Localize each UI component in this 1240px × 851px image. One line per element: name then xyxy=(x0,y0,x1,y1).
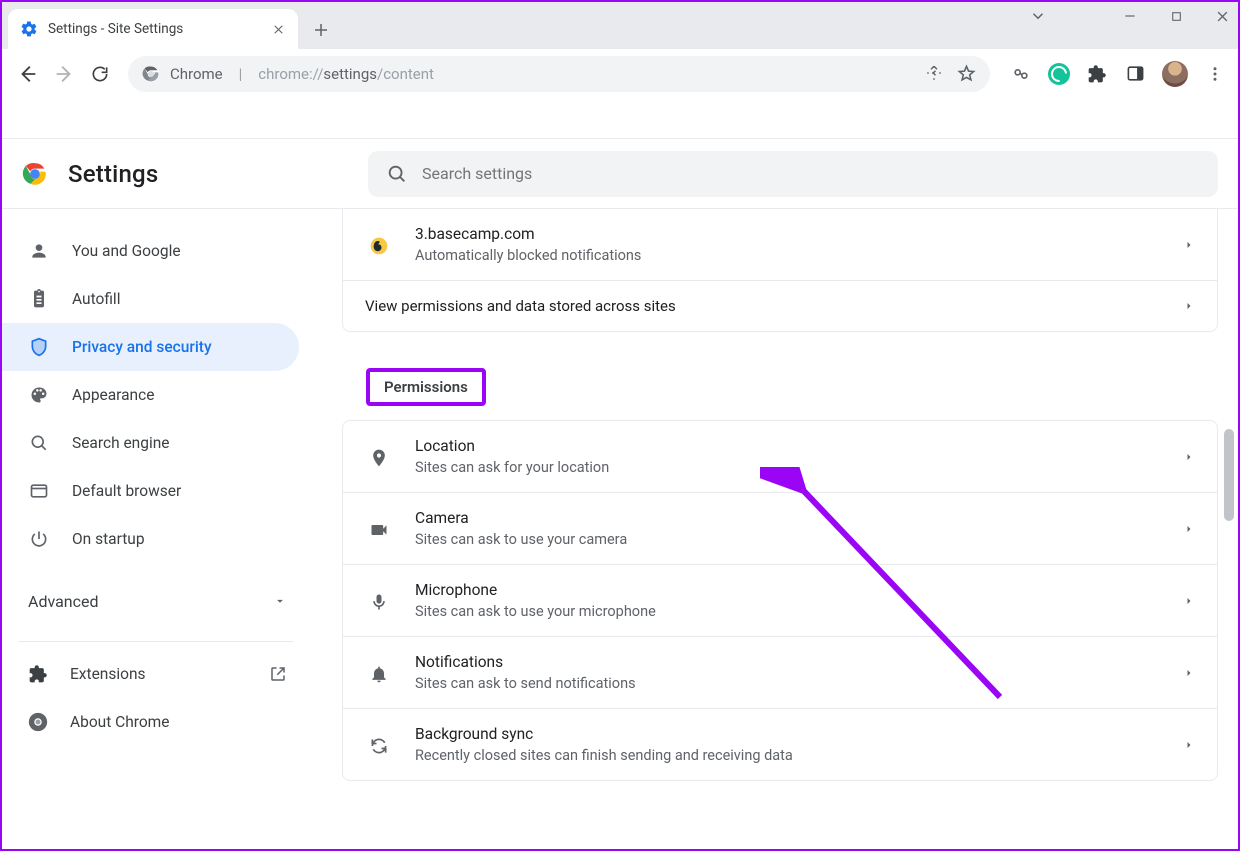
toolbar-actions xyxy=(1010,61,1226,87)
permissions-panel: LocationSites can ask for your location … xyxy=(342,420,1218,781)
chevron-right-icon xyxy=(1183,300,1195,312)
power-icon xyxy=(28,528,50,550)
open-external-icon xyxy=(269,665,287,683)
browser-toolbar: Chrome | chrome://settings/content xyxy=(2,49,1238,99)
window-controls xyxy=(1074,6,1232,26)
extensions-icon xyxy=(28,664,48,684)
close-icon[interactable] xyxy=(270,21,286,37)
permission-row-notifications[interactable]: NotificationsSites can ask to send notif… xyxy=(343,636,1217,708)
permissions-heading: Permissions xyxy=(366,368,486,406)
sidebar-item-autofill[interactable]: Autofill xyxy=(2,275,299,323)
search-settings-input[interactable] xyxy=(422,164,1200,183)
scrollbar-thumb[interactable] xyxy=(1224,429,1234,521)
back-button[interactable] xyxy=(10,56,46,92)
clipboard-icon xyxy=(28,288,50,310)
chrome-logo-icon xyxy=(142,65,160,83)
sidebar-item-default-browser[interactable]: Default browser xyxy=(2,467,299,515)
profile-avatar[interactable] xyxy=(1162,61,1188,87)
tab-title: Settings - Site Settings xyxy=(48,21,270,37)
sidebar-item-label: Appearance xyxy=(72,386,154,404)
star-icon[interactable] xyxy=(957,64,976,83)
grammarly-icon[interactable] xyxy=(1048,63,1070,85)
url-text: chrome://settings/content xyxy=(258,65,434,83)
settings-header: Settings xyxy=(2,139,1238,209)
shield-icon xyxy=(28,336,50,358)
kebab-menu-icon[interactable] xyxy=(1204,63,1226,85)
page-title: Settings xyxy=(68,160,158,188)
chevron-down-icon[interactable] xyxy=(1028,6,1048,26)
location-icon xyxy=(365,445,393,468)
gear-icon xyxy=(20,20,38,38)
extensions-icon[interactable] xyxy=(1086,63,1108,85)
recent-site-detail: Automatically blocked notifications xyxy=(415,247,641,264)
sidebar-item-label: Autofill xyxy=(72,290,120,308)
new-tab-button[interactable] xyxy=(304,13,338,47)
chevron-right-icon xyxy=(1183,595,1195,607)
sidebar-item-about-chrome[interactable]: About Chrome xyxy=(2,698,309,746)
share-icon[interactable] xyxy=(925,64,943,83)
close-window-button[interactable] xyxy=(1212,6,1232,26)
sidebar-item-privacy[interactable]: Privacy and security xyxy=(2,323,299,371)
minimize-button[interactable] xyxy=(1120,6,1140,26)
side-panel-icon[interactable] xyxy=(1124,63,1146,85)
permission-row-background-sync[interactable]: Background syncRecently closed sites can… xyxy=(343,708,1217,780)
permission-row-microphone[interactable]: MicrophoneSites can ask to use your micr… xyxy=(343,564,1217,636)
reload-button[interactable] xyxy=(82,56,118,92)
permission-row-location[interactable]: LocationSites can ask for your location xyxy=(343,421,1217,492)
permission-row-camera[interactable]: CameraSites can ask to use your camera xyxy=(343,492,1217,564)
chevron-right-icon xyxy=(1183,523,1195,535)
bell-icon xyxy=(365,661,393,684)
sidebar-item-label: You and Google xyxy=(72,242,181,260)
chrome-logo-icon xyxy=(22,161,48,187)
chevron-right-icon xyxy=(1183,239,1195,251)
search-settings[interactable] xyxy=(368,151,1218,197)
microphone-icon xyxy=(365,589,393,612)
sidebar-item-label: On startup xyxy=(72,530,145,548)
sync-icon xyxy=(365,733,393,756)
sidebar-item-appearance[interactable]: Appearance xyxy=(2,371,299,419)
browser-tab[interactable]: Settings - Site Settings xyxy=(8,9,298,49)
browser-icon xyxy=(28,480,50,502)
chevron-right-icon xyxy=(1183,667,1195,679)
sidebar-item-label: Default browser xyxy=(72,482,181,500)
settings-content: 3.basecamp.com Automatically blocked not… xyxy=(310,209,1238,849)
site-favicon xyxy=(365,233,393,256)
forward-button[interactable] xyxy=(46,56,82,92)
maximize-button[interactable] xyxy=(1166,6,1186,26)
search-icon xyxy=(386,163,408,185)
camera-icon xyxy=(365,517,393,540)
sidebar-item-label: Search engine xyxy=(72,434,170,452)
chrome-logo-icon xyxy=(28,712,48,732)
sidebar-item-label: Privacy and security xyxy=(72,338,212,356)
person-icon xyxy=(28,240,50,262)
recent-site-row[interactable]: 3.basecamp.com Automatically blocked not… xyxy=(343,209,1217,280)
window-titlebar: Settings - Site Settings xyxy=(2,2,1238,49)
caret-down-icon xyxy=(273,594,287,608)
sidebar-item-extensions[interactable]: Extensions xyxy=(2,650,309,698)
address-bar[interactable]: Chrome | chrome://settings/content xyxy=(128,56,990,92)
view-permissions-row[interactable]: View permissions and data stored across … xyxy=(343,280,1217,331)
url-chip: Chrome xyxy=(170,65,223,83)
sidebar-item-you-and-google[interactable]: You and Google xyxy=(2,227,299,275)
settings-sidebar: You and Google Autofill Privacy and secu… xyxy=(2,209,310,849)
sidebar-item-search-engine[interactable]: Search engine xyxy=(2,419,299,467)
sidebar-advanced-toggle[interactable]: Advanced xyxy=(2,573,309,629)
chevron-right-icon xyxy=(1183,739,1195,751)
link-icon[interactable] xyxy=(1010,63,1032,85)
chevron-right-icon xyxy=(1183,451,1195,463)
recent-activity-panel: 3.basecamp.com Automatically blocked not… xyxy=(342,209,1218,332)
sidebar-item-on-startup[interactable]: On startup xyxy=(2,515,299,563)
recent-site-domain: 3.basecamp.com xyxy=(415,225,641,243)
search-icon xyxy=(28,432,50,454)
palette-icon xyxy=(28,384,50,406)
